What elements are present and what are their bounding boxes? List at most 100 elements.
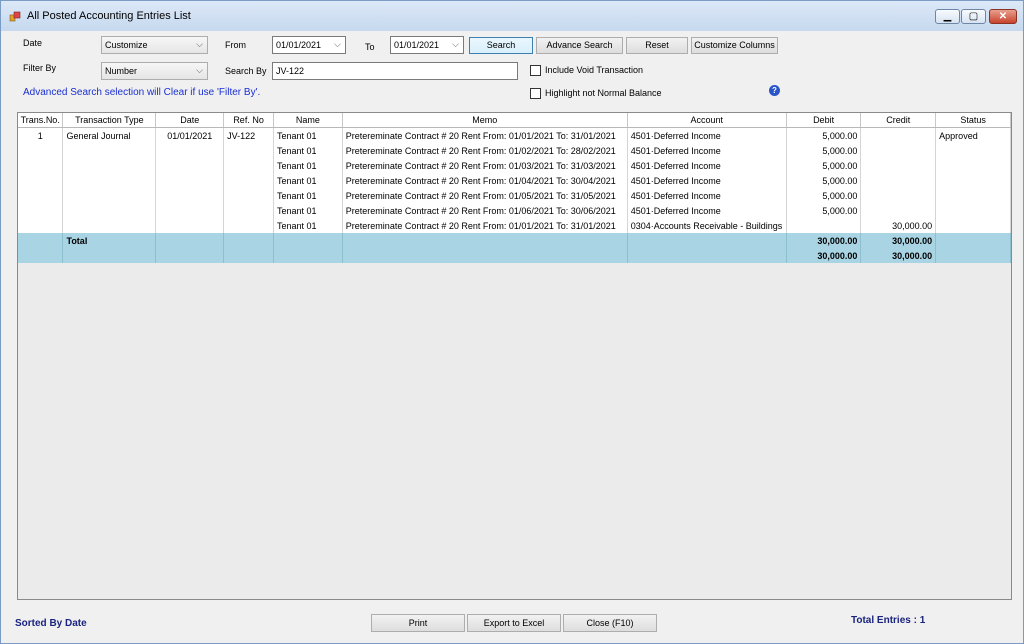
from-date-picker[interactable]: 01/01/2021 ⌵ <box>272 36 346 54</box>
search-by-value: JV-122 <box>276 66 305 76</box>
col-debit[interactable]: Debit <box>786 113 862 128</box>
export-excel-button[interactable]: Export to Excel <box>467 614 561 632</box>
status-cell: Approved <box>935 127 1011 143</box>
account-cell: 4501·Deferred Income <box>627 188 787 203</box>
to-label: To <box>365 42 375 52</box>
debit-cell: 5,000.00 <box>786 158 862 173</box>
close-window-button[interactable]: ✕ <box>989 9 1017 24</box>
total-credit: 30,000.00 <box>860 233 937 248</box>
window-title: All Posted Accounting Entries List <box>27 10 191 22</box>
credit-cell <box>860 158 937 173</box>
advance-search-button[interactable]: Advance Search <box>536 37 623 54</box>
transaction-type-cell: General Journal <box>62 127 157 143</box>
total-row: Total 30,000.00 30,000.00 <box>18 233 1011 248</box>
credit-cell <box>860 188 937 203</box>
table-row[interactable]: Tenant 01 Pretereminate Contract # 20 Re… <box>18 218 1011 233</box>
maximize-button[interactable]: ▢ <box>961 9 986 24</box>
include-void-checkbox[interactable] <box>530 65 541 76</box>
search-by-input[interactable]: JV-122 <box>272 62 518 80</box>
table-row[interactable]: Tenant 01 Pretereminate Contract # 20 Re… <box>18 143 1011 158</box>
date-mode-value: Customize <box>105 40 148 50</box>
credit-cell <box>860 127 937 143</box>
sorted-by-label: Sorted By Date <box>15 618 87 629</box>
col-trans-no[interactable]: Trans.No. <box>18 113 64 128</box>
reset-button[interactable]: Reset <box>626 37 688 54</box>
memo-cell: Pretereminate Contract # 20 Rent From: 0… <box>342 158 628 173</box>
table-row[interactable]: Tenant 01 Pretereminate Contract # 20 Re… <box>18 188 1011 203</box>
debit-cell: 5,000.00 <box>786 143 862 158</box>
col-name[interactable]: Name <box>273 113 343 128</box>
credit-cell <box>860 173 937 188</box>
credit-cell <box>860 143 937 158</box>
search-button[interactable]: Search <box>469 37 533 54</box>
name-cell: Tenant 01 <box>273 158 343 173</box>
account-cell: 4501·Deferred Income <box>627 143 787 158</box>
name-cell: Tenant 01 <box>273 127 343 143</box>
trans-no-cell: 1 <box>18 127 64 143</box>
memo-cell: Pretereminate Contract # 20 Rent From: 0… <box>342 173 628 188</box>
memo-cell: Pretereminate Contract # 20 Rent From: 0… <box>342 188 628 203</box>
to-date-value: 01/01/2021 <box>394 40 440 50</box>
total-entries-label: Total Entries : 1 <box>851 615 926 626</box>
total-label: Total <box>62 233 157 248</box>
grand-total-debit: 30,000.00 <box>786 248 862 263</box>
debit-cell: 5,000.00 <box>786 203 862 218</box>
help-icon[interactable]: ? <box>769 85 780 96</box>
name-cell: Tenant 01 <box>273 188 343 203</box>
debit-cell: 5,000.00 <box>786 188 862 203</box>
table-row[interactable]: 1 General Journal 01/01/2021 JV-122 Tena… <box>18 127 1011 143</box>
total-debit: 30,000.00 <box>786 233 862 248</box>
filter-by-select[interactable]: Number ⌵ <box>101 62 208 80</box>
memo-cell: Pretereminate Contract # 20 Rent From: 0… <box>342 218 628 233</box>
memo-cell: Pretereminate Contract # 20 Rent From: 0… <box>342 203 628 218</box>
debit-cell <box>786 218 862 233</box>
entries-grid[interactable]: Trans.No. Transaction Type Date Ref. No … <box>17 112 1012 600</box>
table-row[interactable]: Tenant 01 Pretereminate Contract # 20 Re… <box>18 173 1011 188</box>
account-cell: 4501·Deferred Income <box>627 127 787 143</box>
advanced-search-info: Advanced Search selection will Clear if … <box>23 87 261 98</box>
debit-cell: 5,000.00 <box>786 173 862 188</box>
col-account[interactable]: Account <box>627 113 787 128</box>
table-row[interactable]: Tenant 01 Pretereminate Contract # 20 Re… <box>18 158 1011 173</box>
from-date-value: 01/01/2021 <box>276 40 322 50</box>
title-bar: All Posted Accounting Entries List ▁ ▢ ✕ <box>1 1 1023 31</box>
col-status[interactable]: Status <box>935 113 1011 128</box>
minimize-icon: ▁ <box>943 11 952 22</box>
chevron-down-icon: ⌵ <box>196 39 203 49</box>
col-credit[interactable]: Credit <box>860 113 937 128</box>
account-cell: 4501·Deferred Income <box>627 158 787 173</box>
account-cell: 4501·Deferred Income <box>627 203 787 218</box>
close-button[interactable]: Close (F10) <box>563 614 657 632</box>
include-void-label: Include Void Transaction <box>545 65 644 75</box>
highlight-checkbox[interactable] <box>530 88 541 99</box>
col-memo[interactable]: Memo <box>342 113 628 128</box>
date-label: Date <box>23 38 43 48</box>
name-cell: Tenant 01 <box>273 173 343 188</box>
grand-total-credit: 30,000.00 <box>860 248 937 263</box>
chevron-down-icon: ⌵ <box>196 65 203 75</box>
col-transaction-type[interactable]: Transaction Type <box>62 113 157 128</box>
main-window: All Posted Accounting Entries List ▁ ▢ ✕… <box>0 0 1024 644</box>
minimize-button[interactable]: ▁ <box>935 9 960 24</box>
memo-cell: Pretereminate Contract # 20 Rent From: 0… <box>342 127 628 143</box>
print-button[interactable]: Print <box>371 614 465 632</box>
search-by-label: Search By <box>225 66 267 76</box>
chevron-down-icon: ⌵ <box>452 39 459 49</box>
maximize-icon: ▢ <box>968 11 979 22</box>
table-header-row: Trans.No. Transaction Type Date Ref. No … <box>18 113 1011 128</box>
credit-cell: 30,000.00 <box>860 218 937 233</box>
name-cell: Tenant 01 <box>273 143 343 158</box>
ref-no-cell: JV-122 <box>223 127 274 143</box>
customize-columns-button[interactable]: Customize Columns <box>691 37 778 54</box>
date-mode-select[interactable]: Customize ⌵ <box>101 36 208 54</box>
to-date-picker[interactable]: 01/01/2021 ⌵ <box>390 36 464 54</box>
col-date[interactable]: Date <box>155 113 225 128</box>
chevron-down-icon: ⌵ <box>334 39 341 49</box>
table-row[interactable]: Tenant 01 Pretereminate Contract # 20 Re… <box>18 203 1011 218</box>
name-cell: Tenant 01 <box>273 203 343 218</box>
filter-by-value: Number <box>105 66 138 76</box>
entries-table: Trans.No. Transaction Type Date Ref. No … <box>18 113 1011 263</box>
memo-cell: Pretereminate Contract # 20 Rent From: 0… <box>342 143 628 158</box>
col-ref-no[interactable]: Ref. No <box>223 113 274 128</box>
highlight-label: Highlight not Normal Balance <box>545 88 662 98</box>
